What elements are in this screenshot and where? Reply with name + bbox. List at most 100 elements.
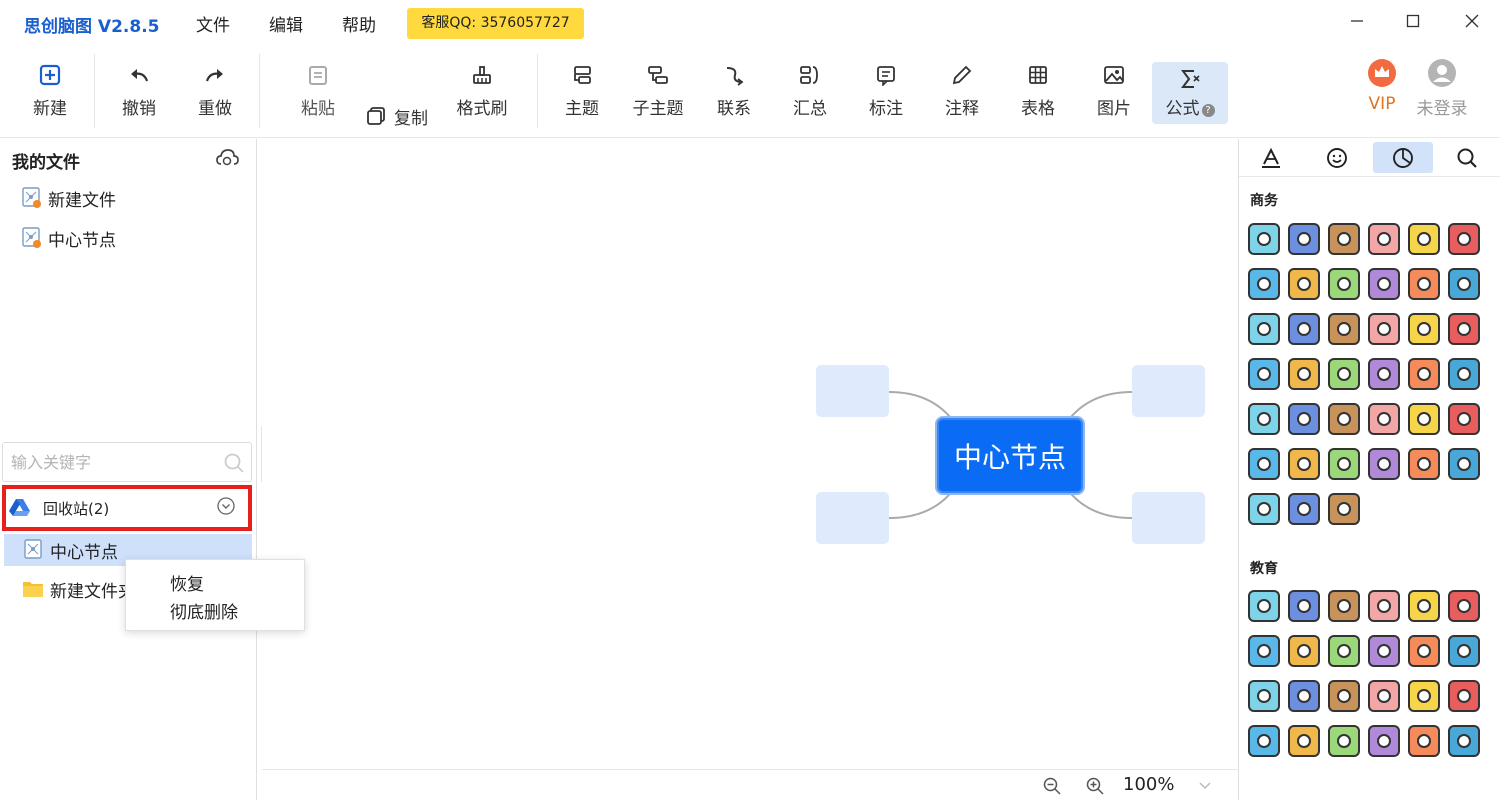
backpack-icon[interactable] [1248,590,1288,635]
chat-icon[interactable] [1408,313,1448,358]
table-button[interactable]: 表格 [1006,58,1070,122]
menu-help[interactable]: 帮助 [342,11,376,36]
formula-button[interactable]: 公式? [1152,62,1228,124]
support-agent-icon[interactable] [1368,313,1408,358]
magnet-icon[interactable] [1408,635,1448,680]
mailbox-icon[interactable] [1408,268,1448,313]
money-bag-icon[interactable] [1288,403,1328,448]
medal-icon[interactable] [1408,680,1448,725]
tab-text-style[interactable] [1241,142,1301,173]
coffee-cup-icon[interactable] [1408,223,1448,268]
diamond-icon[interactable] [1448,313,1488,358]
paste-button[interactable]: 粘贴 [286,58,350,122]
test-tubes-icon[interactable] [1248,635,1288,680]
menu-edit[interactable]: 编辑 [269,11,303,36]
badge-icon[interactable] [1368,268,1408,313]
thumbs-up-icon[interactable] [1288,358,1328,403]
redo-button[interactable]: 重做 [183,58,247,122]
car-icon[interactable] [1248,403,1288,448]
store-icon[interactable] [1368,403,1408,448]
compass-icon[interactable] [1248,725,1288,770]
cart-icon[interactable] [1328,493,1368,538]
idea-bulb-icon[interactable] [1448,403,1488,448]
tab-emoji[interactable] [1307,142,1367,173]
phone-heart-icon[interactable] [1448,448,1488,493]
file-item[interactable]: 新建文件 [22,184,116,212]
subtopic-node[interactable] [816,365,889,417]
tab-search[interactable] [1437,142,1497,173]
tab-stickers[interactable] [1373,142,1433,173]
restore-menu-item[interactable]: 恢复 [170,570,204,595]
target-icon[interactable] [1448,268,1488,313]
books-icon[interactable] [1248,268,1288,313]
envelope-icon[interactable] [1448,358,1488,403]
subtopic-node[interactable] [1132,492,1205,544]
blackboard-icon[interactable] [1328,590,1368,635]
tshirt-icon[interactable] [1368,448,1408,493]
center-node[interactable]: 中心节点 [937,418,1083,493]
mindmap-canvas[interactable]: 中心节点 [262,139,1238,769]
subtopic-node[interactable] [816,492,889,544]
hourglass-icon[interactable] [1328,725,1368,770]
help-circle-icon[interactable]: ? [1201,104,1215,117]
telescope-icon[interactable] [1288,680,1328,725]
mail-icon[interactable] [1448,223,1488,268]
graduation-cap-icon[interactable] [1408,725,1448,770]
recycle-bin-header[interactable]: 回收站(2) [2,485,252,531]
molecule-icon[interactable] [1248,680,1288,725]
thumbs-down-icon[interactable] [1328,358,1368,403]
menu-file[interactable]: 文件 [196,11,230,36]
eraser-icon[interactable] [1328,680,1368,725]
folder-icon[interactable] [1288,268,1328,313]
ruler-pencil-icon[interactable] [1408,590,1448,635]
video-player-icon[interactable] [1328,403,1368,448]
close-icon[interactable] [1457,8,1487,34]
undo-button[interactable]: 撤销 [107,58,171,122]
topic-button[interactable]: 主题 [550,58,614,122]
format-brush-button[interactable]: 格式刷 [450,58,514,122]
globe-pin-icon[interactable] [1288,313,1328,358]
chevron-down-icon[interactable] [1197,778,1213,794]
calendar-icon[interactable] [1368,358,1408,403]
note-button[interactable]: 注释 [930,58,994,122]
printer-icon[interactable] [1328,268,1368,313]
zoom-out-icon[interactable] [1042,776,1062,796]
zoom-in-icon[interactable] [1085,776,1105,796]
open-book-icon[interactable] [1448,590,1488,635]
pencil-case-icon[interactable] [1368,680,1408,725]
school-icon[interactable] [1368,725,1408,770]
relation-button[interactable]: 联系 [702,58,766,122]
chevron-down-icon[interactable] [216,496,236,516]
planet-icon[interactable] [1448,725,1488,770]
wallet-icon[interactable] [1328,223,1368,268]
vip-button[interactable]: VIP [1350,58,1414,122]
watch-icon[interactable] [1448,680,1488,725]
login-button[interactable]: 未登录 [1410,58,1474,122]
minimize-icon[interactable] [1342,8,1372,34]
globe-icon[interactable] [1248,358,1288,403]
delete-permanently-menu-item[interactable]: 彻底删除 [170,598,238,623]
briefcase-icon[interactable] [1288,223,1328,268]
id-card-icon[interactable] [1368,223,1408,268]
support-qq-badge[interactable]: 客服QQ: 3576057727 [407,8,584,39]
search-input[interactable] [11,451,211,473]
deleted-folder-item[interactable]: 新建文件夹 [22,575,130,603]
scales-icon[interactable] [1248,493,1288,538]
magnifier-icon[interactable] [1448,635,1488,680]
file-item[interactable]: 中心节点 [22,224,116,252]
new-button[interactable]: 新建 [18,58,82,122]
search-icon[interactable] [223,452,245,474]
pencil-icon[interactable] [1288,448,1328,493]
guitar-icon[interactable] [1368,635,1408,680]
team-icon[interactable] [1328,313,1368,358]
pencil-icon[interactable] [1288,590,1328,635]
brain-icon[interactable] [1328,448,1368,493]
binder-clip-icon[interactable] [1408,403,1448,448]
label-button[interactable]: 标注 [854,58,918,122]
basketball-icon[interactable] [1328,635,1368,680]
devices-icon[interactable] [1248,313,1288,358]
maximize-icon[interactable] [1398,8,1428,34]
subtopic-node[interactable] [1132,365,1205,417]
abc-blocks-icon[interactable] [1368,590,1408,635]
monitor-icon[interactable] [1248,448,1288,493]
